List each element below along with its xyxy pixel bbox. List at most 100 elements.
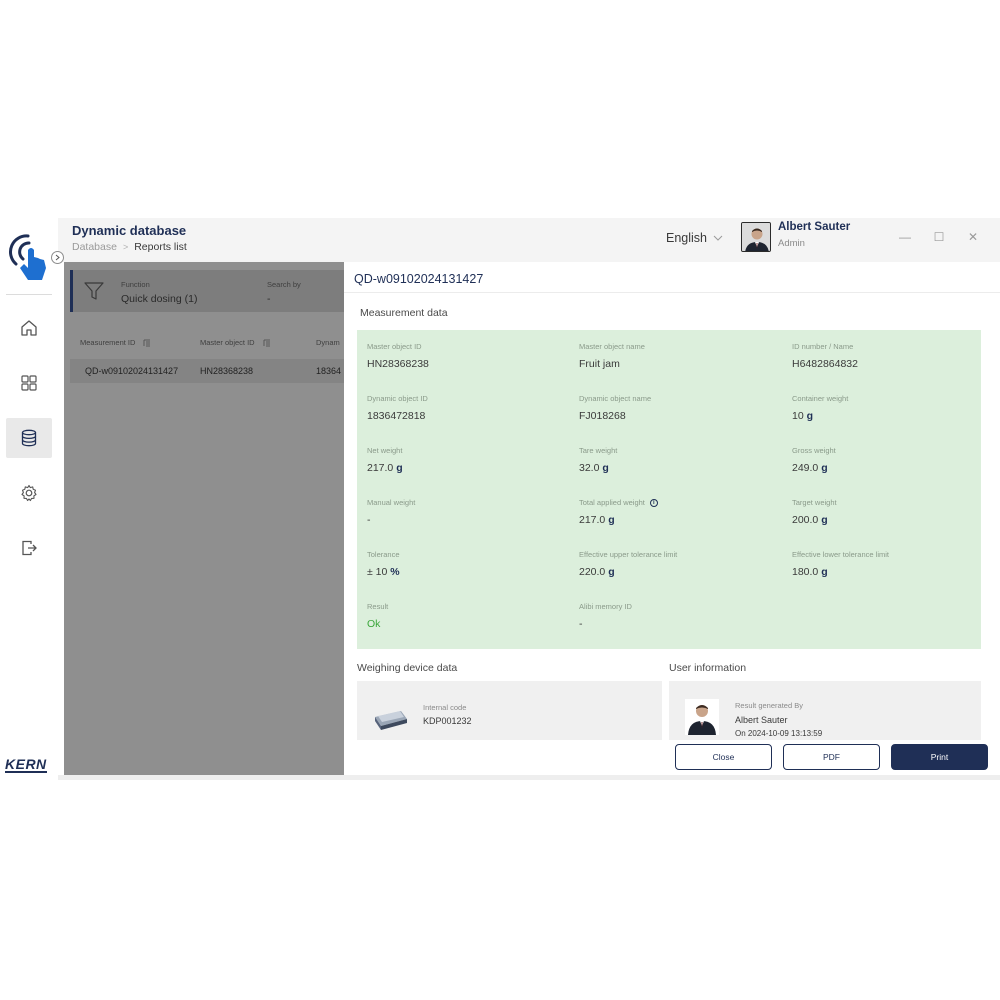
home-icon — [21, 320, 37, 336]
weighing-device-card: Internal code KDP001232 — [357, 681, 662, 741]
generated-by-label: Result generated By — [735, 701, 803, 710]
user-role: Admin — [778, 238, 805, 249]
table-row[interactable]: QD-w09102024131427 HN28368238 18364 — [70, 359, 344, 383]
field-label: Result — [367, 602, 389, 611]
touch-logo-icon — [9, 234, 46, 280]
field-gross-weight: Gross weight 249.0 g — [792, 446, 836, 474]
sidebar-item-database[interactable] — [6, 418, 52, 458]
field-value: 180.0 g — [792, 566, 889, 578]
database-icon — [21, 429, 37, 447]
field-value: 249.0 g — [792, 462, 836, 474]
value-unit: g — [806, 410, 814, 422]
scale-device-icon — [375, 711, 407, 730]
value-number: 32.0 — [579, 462, 600, 474]
sidebar-item-home[interactable] — [6, 308, 52, 348]
field-manual-weight: Manual weight - — [367, 498, 415, 526]
field-label: Target weight — [792, 498, 837, 507]
field-upper-tolerance-limit: Effective upper tolerance limit 220.0 g — [579, 550, 677, 578]
generated-by-name: Albert Sauter — [735, 715, 788, 725]
cell-measurement-id: QD-w09102024131427 — [85, 366, 179, 376]
top-header: Dynamic database Database > Reports list… — [58, 218, 1000, 262]
info-icon[interactable]: i — [649, 498, 658, 507]
field-alibi-memory-id: Alibi memory ID - — [579, 602, 632, 630]
sidebar: KERN — [0, 218, 64, 780]
value-unit: g — [608, 566, 615, 578]
cell-master-object-id: HN28368238 — [200, 366, 254, 376]
field-label: ID number / Name — [792, 342, 854, 351]
maximize-button[interactable]: ☐ — [932, 230, 946, 244]
app-window: KERN Dynamic database Database > Reports… — [0, 218, 1000, 780]
column-header-master-object-id[interactable]: Master object ID — [200, 338, 271, 347]
user-information-heading: User information — [669, 662, 747, 674]
sidebar-item-logout[interactable] — [6, 528, 52, 568]
field-label: Master object ID — [367, 342, 422, 351]
value-number: 180.0 — [792, 566, 819, 578]
sidebar-item-dashboard[interactable] — [6, 363, 52, 403]
field-label: Effective upper tolerance limit — [579, 550, 678, 559]
field-label: Container weight — [792, 394, 849, 403]
page-title: Dynamic database — [72, 223, 187, 238]
value-number: 10 — [792, 410, 804, 422]
field-label: Dynamic object name — [579, 394, 652, 403]
field-label: Manual weight — [367, 498, 416, 507]
breadcrumb-separator: > — [122, 242, 129, 252]
action-footer: Close PDF Print — [344, 740, 1000, 775]
print-button[interactable]: Print — [891, 744, 988, 770]
field-net-weight: Net weight 217.0 g — [367, 446, 403, 474]
field-value: 217.0 g — [579, 514, 658, 526]
filter-bar[interactable]: Function Quick dosing (1) Search by - — [70, 270, 344, 312]
logout-icon — [22, 540, 37, 556]
maximize-icon: ☐ — [933, 230, 945, 244]
pdf-button[interactable]: PDF — [783, 744, 880, 770]
field-label: Tare weight — [579, 446, 618, 455]
field-label: Effective lower tolerance limit — [792, 550, 889, 559]
close-icon: ✕ — [967, 230, 979, 244]
avatar — [685, 699, 719, 735]
filter-function-value: Quick dosing (1) — [121, 293, 198, 305]
internal-code-value: KDP001232 — [423, 716, 472, 726]
value-number: 220.0 — [579, 566, 606, 578]
measurement-data-box: Master object ID HN28368238 Master objec… — [357, 330, 981, 649]
minimize-button[interactable]: — — [898, 230, 912, 244]
breadcrumb-root[interactable]: Database — [72, 241, 117, 253]
sort-icon — [144, 339, 151, 346]
sort-icon — [263, 339, 270, 346]
column-label: Master object ID — [200, 338, 255, 347]
user-name: Albert Sauter — [778, 221, 851, 233]
reports-list-panel: Function Quick dosing (1) Search by - Me… — [64, 262, 344, 775]
field-label: Gross weight — [792, 446, 836, 455]
sidebar-collapse-button[interactable] — [51, 251, 64, 264]
search-by-value: - — [267, 293, 271, 305]
column-header-dynamic[interactable]: Dynam — [316, 338, 340, 347]
value-unit: g — [821, 514, 828, 526]
field-value: FJ018268 — [579, 410, 626, 422]
field-lower-tolerance-limit: Effective lower tolerance limit 180.0 g — [792, 550, 889, 578]
user-information-card: Result generated By Albert Sauter On 202… — [669, 681, 981, 741]
user-photo-icon — [685, 699, 719, 735]
avatar[interactable] — [741, 222, 771, 252]
measurement-data-heading: Measurement data — [360, 307, 448, 319]
close-button[interactable]: Close — [675, 744, 772, 770]
column-label: Measurement ID — [80, 338, 136, 347]
grid-icon — [21, 375, 37, 391]
value-number: 200.0 — [792, 514, 819, 526]
field-master-object-id: Master object ID HN28368238 — [367, 342, 429, 370]
field-dynamic-object-id: Dynamic object ID 1836472818 — [367, 394, 428, 422]
minimize-icon: — — [899, 230, 911, 244]
value-number: ± 10 — [367, 566, 388, 578]
report-detail-panel: QD-w09102024131427 Measurement data Mast… — [344, 262, 1000, 775]
field-value: 32.0 g — [579, 462, 617, 474]
field-value: H6482864832 — [792, 358, 858, 370]
language-selector[interactable]: English — [666, 231, 723, 245]
value-unit: % — [390, 566, 400, 578]
window-bottom-edge — [58, 775, 1000, 780]
close-window-button[interactable]: ✕ — [966, 230, 980, 244]
sidebar-item-settings[interactable] — [6, 473, 52, 513]
column-header-measurement-id[interactable]: Measurement ID — [80, 338, 151, 347]
value-number: 217.0 — [579, 514, 606, 526]
field-tolerance: Tolerance ± 10 % — [367, 550, 400, 578]
field-label: Dynamic object ID — [367, 394, 428, 403]
field-target-weight: Target weight 200.0 g — [792, 498, 837, 526]
field-value: HN28368238 — [367, 358, 429, 370]
sidebar-divider — [6, 294, 52, 295]
